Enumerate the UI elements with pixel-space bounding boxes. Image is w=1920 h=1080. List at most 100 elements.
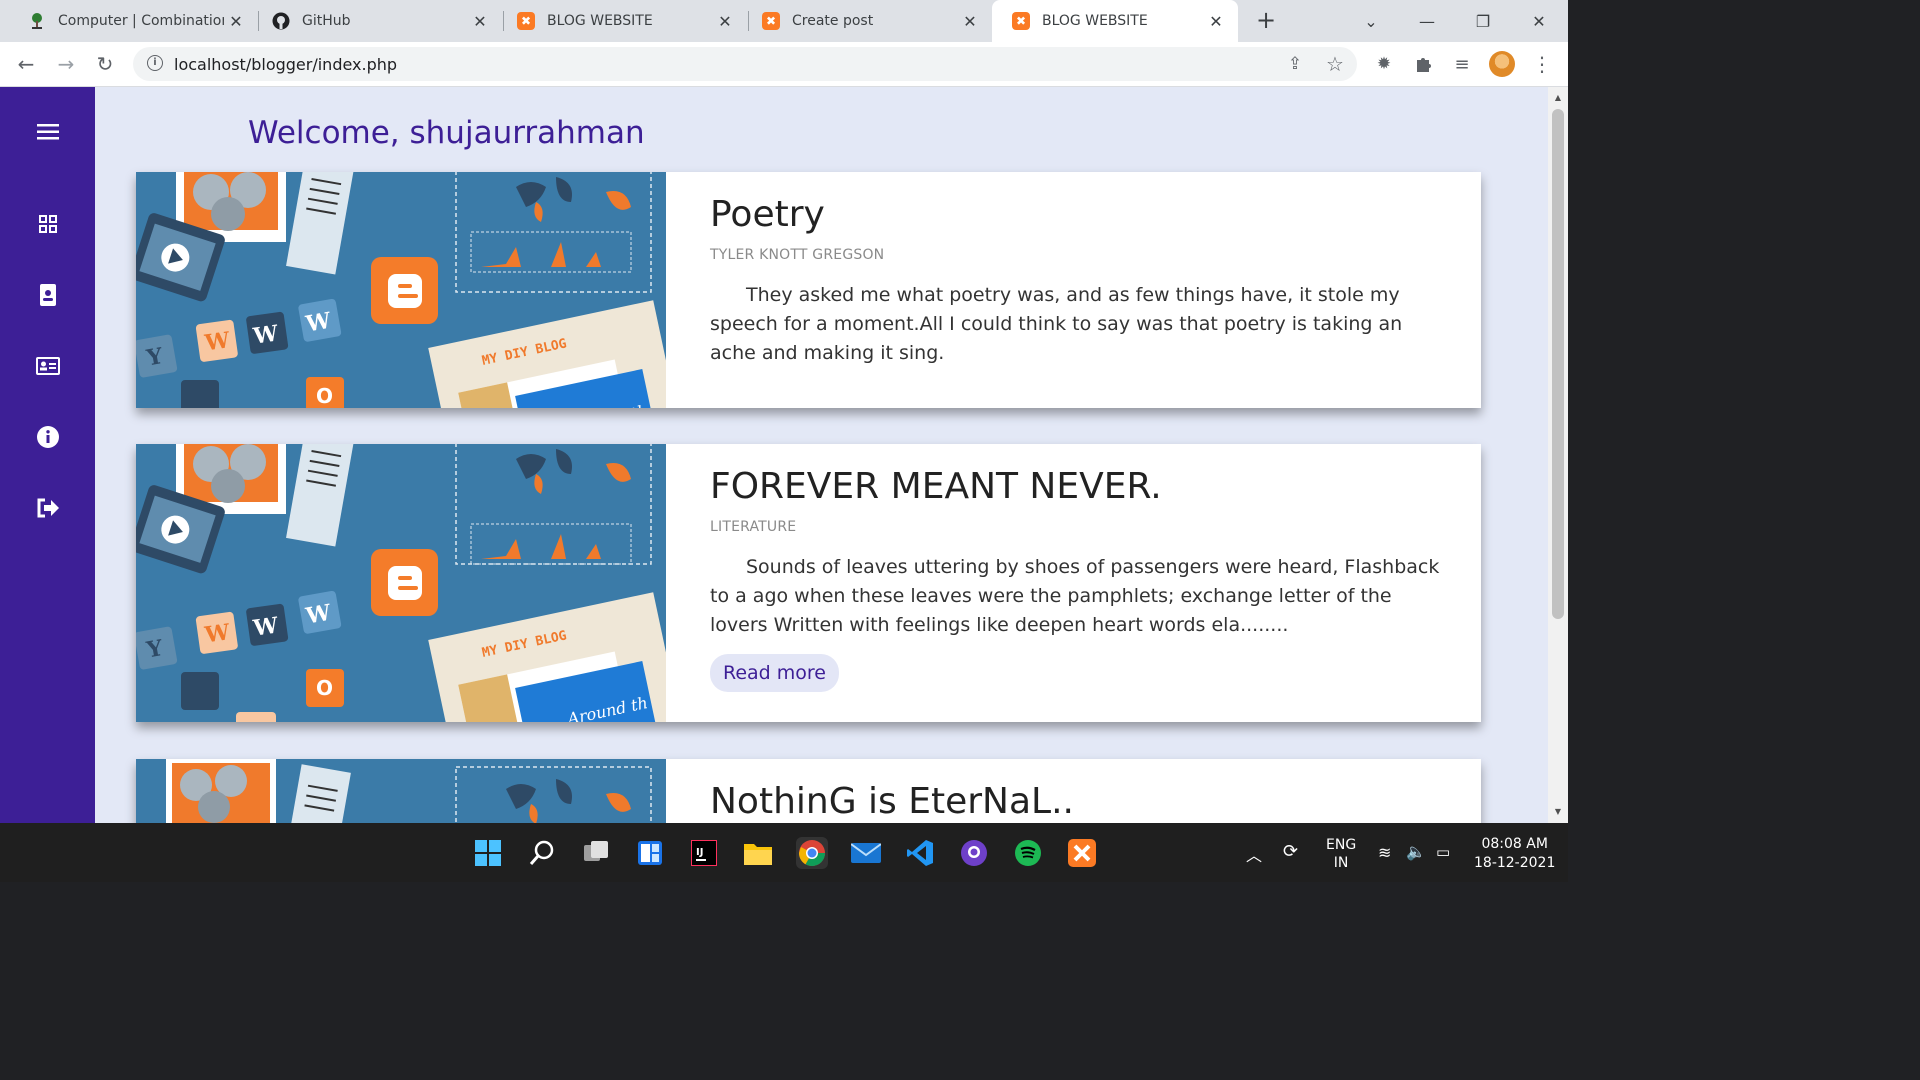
read-more-button[interactable]: Read more bbox=[710, 654, 839, 692]
post-title[interactable]: NothinG is EterNaL.. bbox=[710, 781, 1441, 822]
xampp-icon[interactable] bbox=[1066, 837, 1098, 869]
post-category: LITERATURE bbox=[710, 519, 797, 535]
post-thumbnail: Y W W W O MY DIY BLOG Around th bbox=[136, 444, 666, 722]
scroll-down-arrow-icon[interactable]: ▼ bbox=[1552, 807, 1564, 819]
post-thumbnail: Y W W W O MY DIY BLOG Around th bbox=[136, 172, 666, 408]
letter-tile: W bbox=[202, 619, 231, 648]
tab-search-chevron-icon[interactable]: ⌄ bbox=[1343, 0, 1399, 42]
page-viewport: Welcome, shujaurrahman Y W W W O MY DIY … bbox=[0, 87, 1568, 823]
letter-tile: W bbox=[202, 327, 231, 356]
battery-icon[interactable]: ▭ bbox=[1436, 843, 1450, 861]
tab-blog-website-active[interactable]: ✖ BLOG WEBSITE ✕ bbox=[992, 0, 1238, 42]
tray-chevron-icon[interactable]: ︿ bbox=[1246, 842, 1262, 866]
github-icon bbox=[272, 12, 290, 30]
close-icon[interactable]: ✕ bbox=[1204, 12, 1228, 31]
scrollbar-thumb[interactable] bbox=[1552, 109, 1564, 619]
url-text: localhost/blogger/index.php bbox=[174, 55, 398, 74]
task-view-icon[interactable] bbox=[580, 837, 612, 869]
letter-tile: W bbox=[303, 600, 333, 630]
profile-avatar[interactable] bbox=[1489, 51, 1515, 77]
letter-tile: W bbox=[303, 308, 333, 338]
post-card[interactable]: NothinG is EterNaL.. bbox=[136, 759, 1481, 823]
intellij-icon[interactable]: IJ bbox=[688, 837, 720, 869]
clock[interactable]: 08:08 AM 18-12-2021 bbox=[1474, 835, 1555, 873]
extensions-puzzle-icon[interactable] bbox=[1409, 50, 1437, 78]
post-category: TYLER KNOTT GREGSON bbox=[710, 247, 885, 263]
close-window-button[interactable]: ✕ bbox=[1511, 0, 1567, 42]
close-icon[interactable]: ✕ bbox=[713, 12, 737, 31]
sync-icon[interactable]: ⟳ bbox=[1283, 841, 1298, 862]
letter-tile: W bbox=[251, 612, 280, 641]
contact-icon[interactable] bbox=[35, 282, 61, 308]
tab-title: GitHub bbox=[302, 13, 351, 29]
date-text: 18-12-2021 bbox=[1474, 855, 1556, 871]
close-icon[interactable]: ✕ bbox=[468, 12, 492, 31]
xampp-icon: ✖ bbox=[517, 12, 535, 30]
letter-tile: O bbox=[316, 676, 333, 700]
minimize-button[interactable]: — bbox=[1399, 0, 1455, 42]
new-tab-button[interactable]: + bbox=[1252, 7, 1280, 35]
xampp-icon: ✖ bbox=[762, 12, 780, 30]
post-excerpt: Sounds of leaves uttering by shoes of pa… bbox=[710, 556, 1440, 636]
browser-toolbar: ← → ↻ i localhost/blogger/index.php ⇪ ☆ … bbox=[0, 42, 1568, 87]
letter-tile: W bbox=[251, 320, 280, 349]
post-card[interactable]: Y W W W O MY DIY BLOG Around th FOREVER … bbox=[136, 444, 1481, 722]
time-text: 08:08 AM bbox=[1481, 836, 1548, 852]
welcome-heading: Welcome, shujaurrahman bbox=[248, 115, 645, 151]
post-title[interactable]: FOREVER MEANT NEVER. bbox=[710, 466, 1441, 507]
back-button[interactable]: ← bbox=[12, 50, 40, 78]
tab-title: BLOG WEBSITE bbox=[1042, 13, 1148, 29]
windows-start-icon[interactable] bbox=[472, 837, 504, 869]
post-title[interactable]: Poetry bbox=[710, 194, 1441, 235]
github-desktop-icon[interactable] bbox=[958, 837, 990, 869]
forward-button[interactable]: → bbox=[52, 50, 80, 78]
logout-icon[interactable] bbox=[35, 495, 61, 521]
tab-title: Create post bbox=[792, 13, 874, 29]
restore-button[interactable]: ❐ bbox=[1455, 0, 1511, 42]
share-icon[interactable]: ⇪ bbox=[1281, 50, 1309, 78]
more-menu-icon[interactable]: ⋮ bbox=[1528, 50, 1556, 78]
info-icon[interactable]: i bbox=[147, 55, 163, 71]
tab-computer[interactable]: Computer | Combinationa ✕ bbox=[8, 0, 258, 42]
tab-blog-website[interactable]: ✖ BLOG WEBSITE ✕ bbox=[497, 0, 747, 42]
post-body: Poetry TYLER KNOTT GREGSON They asked me… bbox=[710, 172, 1441, 368]
mail-icon[interactable] bbox=[850, 837, 882, 869]
language-indicator[interactable]: ENG IN bbox=[1326, 836, 1356, 872]
id-card-icon[interactable] bbox=[35, 353, 61, 379]
extension-bug-icon[interactable]: ✹ bbox=[1370, 50, 1398, 78]
file-explorer-icon[interactable] bbox=[742, 837, 774, 869]
widgets-icon[interactable] bbox=[634, 837, 666, 869]
bookmark-star-icon[interactable]: ☆ bbox=[1321, 50, 1349, 78]
tree-icon bbox=[28, 12, 46, 30]
menu-icon[interactable] bbox=[35, 119, 61, 145]
close-icon[interactable]: ✕ bbox=[224, 12, 248, 31]
reload-button[interactable]: ↻ bbox=[91, 50, 119, 78]
post-card[interactable]: Y W W W O MY DIY BLOG Around th Poetry bbox=[136, 172, 1481, 408]
language-text: ENG bbox=[1326, 837, 1357, 853]
post-excerpt: They asked me what poetry was, and as fe… bbox=[710, 284, 1403, 364]
region-text: IN bbox=[1333, 855, 1349, 871]
scroll-up-arrow-icon[interactable]: ▲ bbox=[1552, 93, 1564, 105]
media-control-icon[interactable]: ≡ bbox=[1448, 50, 1476, 78]
post-thumbnail bbox=[136, 759, 666, 823]
search-icon[interactable] bbox=[526, 837, 558, 869]
vscode-icon[interactable] bbox=[904, 837, 936, 869]
volume-icon[interactable]: 🔈 bbox=[1406, 842, 1426, 861]
spotify-icon[interactable] bbox=[1012, 837, 1044, 869]
dashboard-icon[interactable] bbox=[35, 211, 61, 237]
tab-github[interactable]: GitHub ✕ bbox=[252, 0, 502, 42]
post-body: FOREVER MEANT NEVER. LITERATURE Sounds o… bbox=[710, 444, 1441, 692]
wifi-icon[interactable]: ≋ bbox=[1378, 843, 1391, 862]
svg-text:IJ: IJ bbox=[696, 847, 703, 858]
xampp-icon: ✖ bbox=[1012, 12, 1030, 30]
tab-title: Computer | Combinationa bbox=[58, 13, 224, 29]
address-bar[interactable]: i localhost/blogger/index.php bbox=[133, 47, 1357, 81]
windows-taskbar: IJ ︿ ⟳ ENG IN ≋ 🔈 ▭ 08:08 AM 18-12-2021 bbox=[0, 823, 1568, 882]
scrollbar[interactable]: ▲ ▼ bbox=[1548, 87, 1568, 823]
close-icon[interactable]: ✕ bbox=[958, 12, 982, 31]
tab-title: BLOG WEBSITE bbox=[547, 13, 653, 29]
chrome-icon[interactable] bbox=[796, 837, 828, 869]
tab-strip: Computer | Combinationa ✕ GitHub ✕ ✖ BLO… bbox=[0, 0, 1568, 42]
tab-create-post[interactable]: ✖ Create post ✕ bbox=[742, 0, 992, 42]
info-icon[interactable] bbox=[35, 424, 61, 450]
